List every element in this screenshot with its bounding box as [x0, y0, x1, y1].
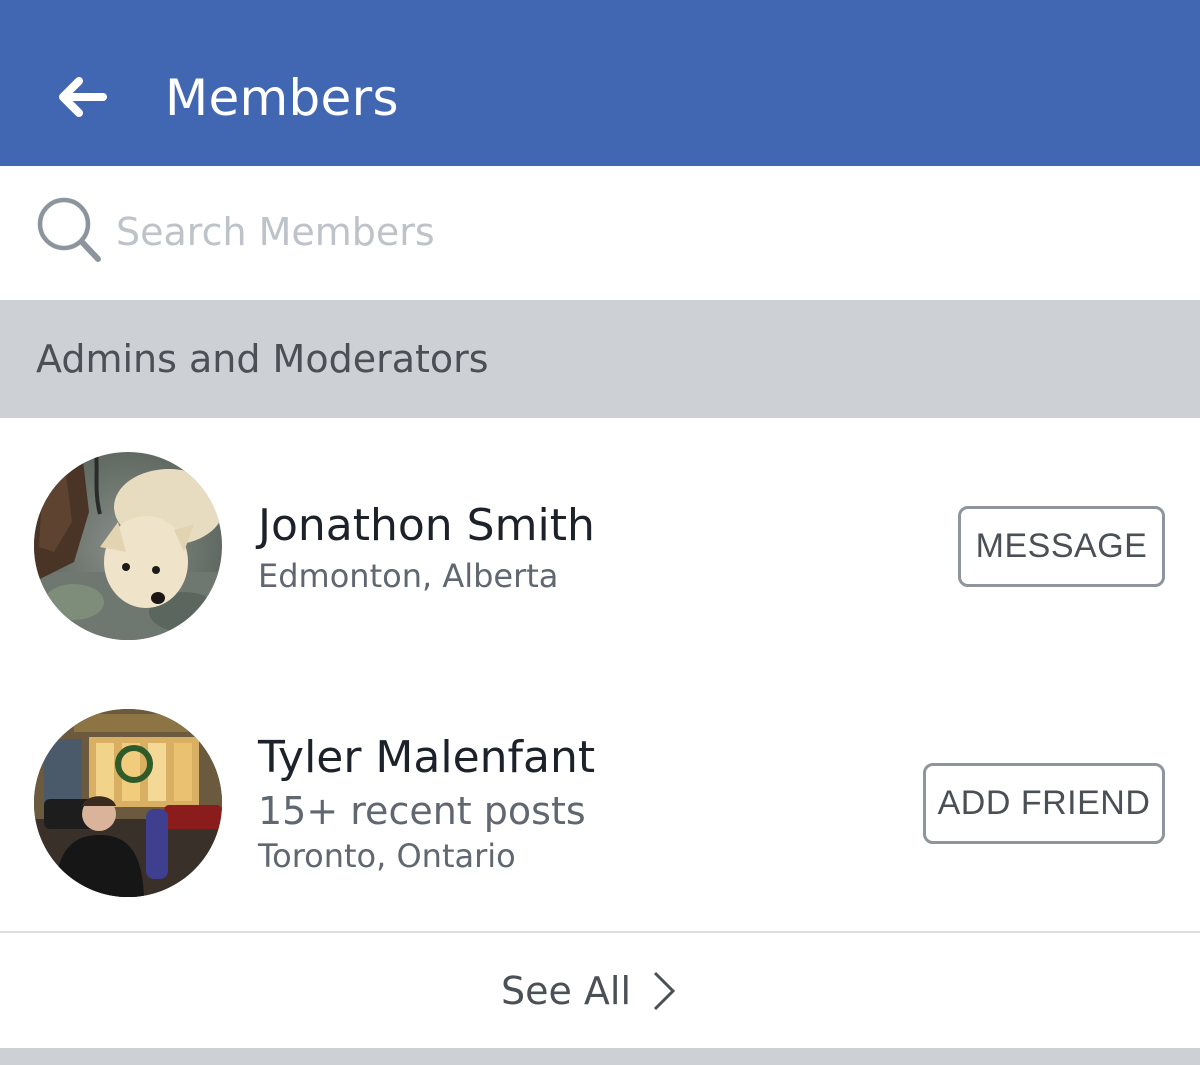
member-activity: 15+ recent posts: [258, 789, 586, 833]
arrow-left-icon: [59, 77, 107, 117]
see-all-label: See All: [500, 969, 632, 1013]
member-name[interactable]: Tyler Malenfant: [258, 732, 595, 784]
search-input[interactable]: [116, 200, 1156, 264]
add-friend-button[interactable]: ADD FRIEND: [923, 763, 1165, 844]
divider: [0, 931, 1200, 933]
message-button[interactable]: MESSAGE: [958, 506, 1165, 587]
member-location: Edmonton, Alberta: [258, 557, 559, 595]
person-photo: [34, 709, 222, 897]
page-title: Members: [165, 69, 399, 127]
back-button[interactable]: [50, 66, 112, 128]
search-icon: [37, 197, 101, 262]
chevron-right-icon: [653, 971, 676, 1011]
see-all-link[interactable]: See All: [0, 955, 1200, 1027]
member-name[interactable]: Jonathon Smith: [258, 500, 595, 552]
section-separator: [0, 1048, 1200, 1065]
section-title: Admins and Moderators: [36, 337, 489, 381]
dog-photo: [34, 452, 222, 640]
avatar-jonathon-smith[interactable]: [34, 452, 222, 640]
avatar-tyler-malenfant[interactable]: [34, 709, 222, 897]
member-location: Toronto, Ontario: [258, 837, 516, 875]
